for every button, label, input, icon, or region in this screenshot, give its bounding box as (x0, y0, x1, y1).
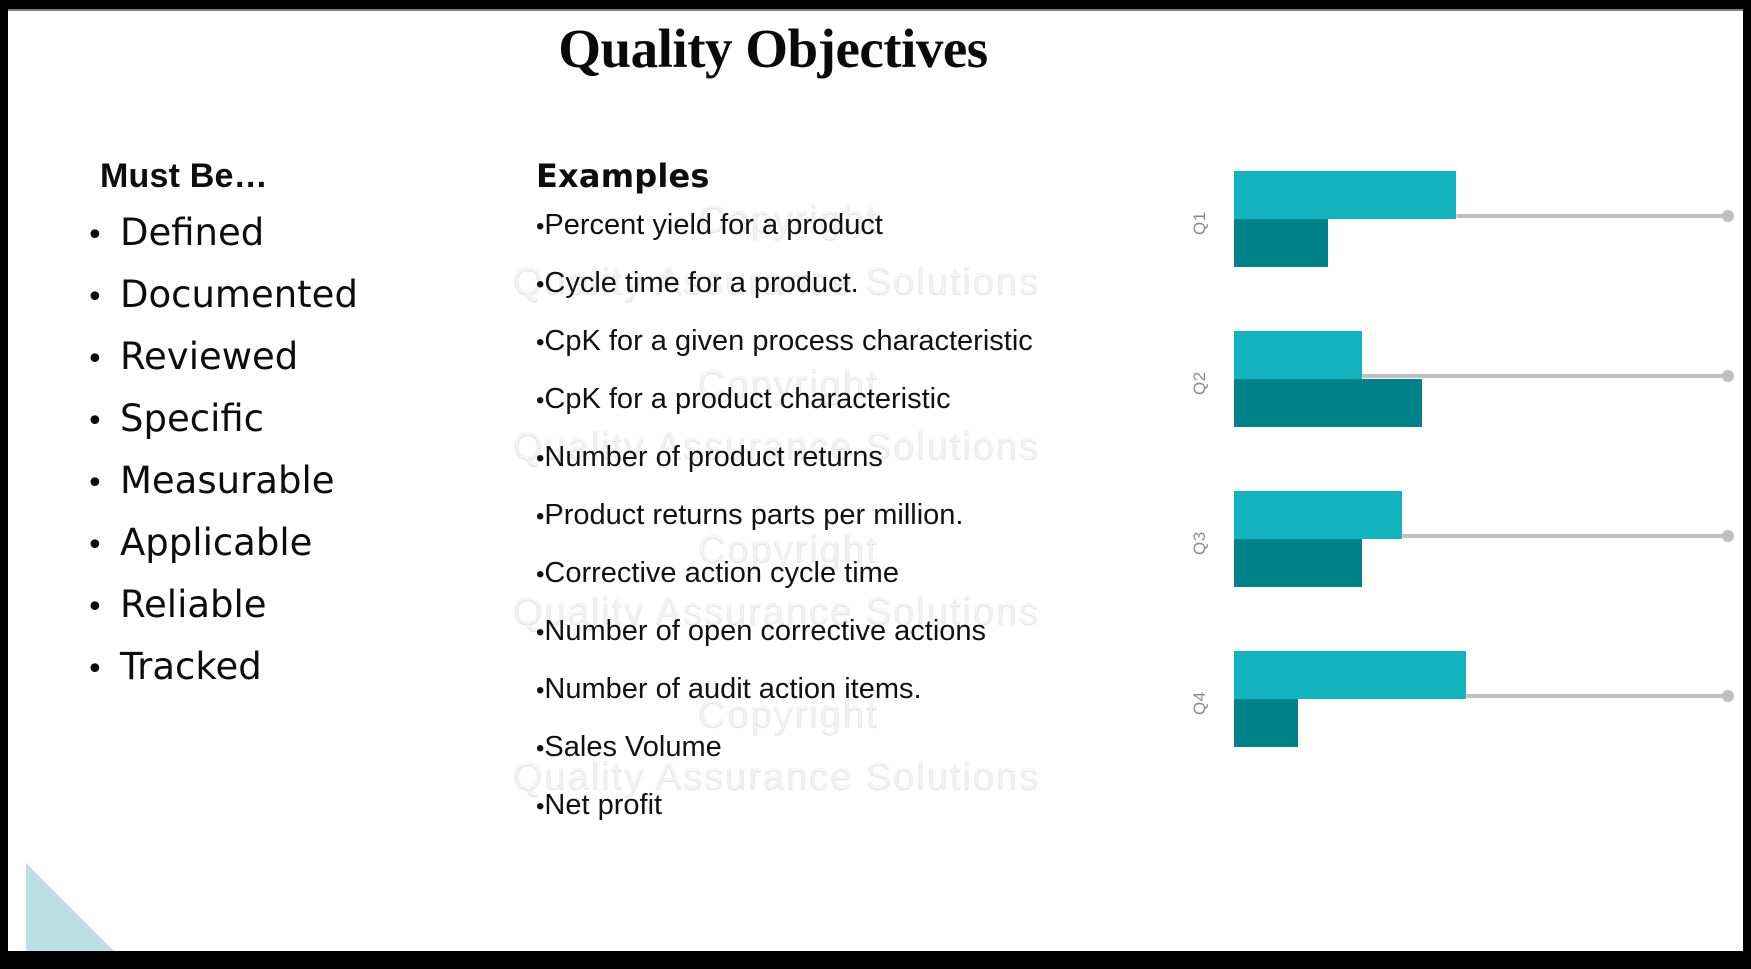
list-item-label: Applicable (120, 521, 313, 564)
bullet-icon: • (86, 404, 104, 439)
chart-bar-series2 (1234, 699, 1299, 747)
list-item: • Documented (86, 276, 516, 338)
chart-trend-marker (1722, 530, 1734, 542)
list-item: •Product returns parts per million. (536, 501, 1156, 559)
quarterly-bar-chart: Q1 Q2 Q3 Q4 (1168, 159, 1743, 799)
list-item-label: Defined (120, 211, 265, 254)
corner-accent-triangle (26, 863, 114, 951)
chart-trend-line (1362, 374, 1728, 378)
chart-trend-marker (1722, 370, 1734, 382)
bullet-icon: • (86, 590, 104, 625)
examples-list: •Percent yield for a product •Cycle time… (536, 211, 1156, 849)
chart-bar-series2 (1234, 539, 1363, 587)
chart-category-label: Q4 (1190, 691, 1209, 715)
examples-heading: Examples (536, 157, 710, 195)
chart-bar-series1 (1234, 171, 1457, 219)
chart-group-q2: Q2 (1168, 331, 1743, 427)
list-item-label: Sales Volume (544, 731, 722, 763)
list-item: • Reviewed (86, 338, 516, 400)
bullet-icon: • (86, 652, 104, 687)
list-item: •Net profit (536, 791, 1156, 849)
list-item: •Percent yield for a product (536, 211, 1156, 269)
list-item-label: CpK for a product characteristic (544, 383, 951, 415)
list-item-label: Tracked (120, 645, 262, 688)
list-item: • Tracked (86, 648, 516, 710)
page-title: Quality Objectives (558, 18, 988, 79)
chart-category-label: Q2 (1190, 371, 1209, 395)
chart-group-q3: Q3 (1168, 491, 1743, 587)
list-item: •Cycle time for a product. (536, 269, 1156, 327)
list-item: • Defined (86, 214, 516, 276)
list-item: • Applicable (86, 524, 516, 586)
chart-category-label: Q1 (1190, 211, 1209, 235)
chart-group-q4: Q4 (1168, 651, 1743, 747)
must-be-list: • Defined • Documented • Reviewed • Spec… (86, 214, 516, 710)
must-be-column: Must Be… • Defined • Documented • Review… (86, 157, 516, 710)
chart-bar-series1 (1234, 491, 1402, 539)
list-item: • Specific (86, 400, 516, 462)
bullet-icon: • (86, 342, 104, 377)
slide-frame: Copyright Quality Assurance Solutions Co… (0, 0, 1751, 969)
top-rule-divider (8, 9, 1743, 11)
chart-trend-line (1466, 694, 1728, 698)
bullet-icon: • (86, 528, 104, 563)
list-item-label: Number of open corrective actions (544, 615, 987, 647)
list-item: •CpK for a product characteristic (536, 385, 1156, 443)
list-item-label: Product returns parts per million. (544, 499, 964, 531)
list-item-label: Net profit (544, 789, 663, 821)
list-item: •Number of audit action items. (536, 675, 1156, 733)
chart-bar-series1 (1234, 331, 1363, 379)
chart-bar-series2 (1234, 379, 1422, 427)
slide-page: Copyright Quality Assurance Solutions Co… (8, 9, 1743, 951)
list-item-label: Corrective action cycle time (544, 557, 899, 589)
list-item-label: Number of audit action items. (544, 673, 922, 705)
list-item-label: Specific (120, 397, 265, 440)
chart-category-label: Q3 (1190, 531, 1209, 555)
list-item-label: Reliable (120, 583, 267, 626)
list-item-label: Reviewed (120, 335, 299, 378)
bullet-icon: • (86, 218, 104, 253)
list-item: •Number of product returns (536, 443, 1156, 501)
list-item: • Measurable (86, 462, 516, 524)
chart-trend-marker (1722, 210, 1734, 222)
bullet-icon: • (86, 466, 104, 501)
chart-bar-series1 (1234, 651, 1467, 699)
list-item-label: Cycle time for a product. (544, 267, 859, 299)
list-item: • Reliable (86, 586, 516, 648)
list-item: •Number of open corrective actions (536, 617, 1156, 675)
list-item: •CpK for a given process characteristic (536, 327, 1156, 385)
list-item: •Corrective action cycle time (536, 559, 1156, 617)
chart-trend-marker (1722, 690, 1734, 702)
list-item-label: Documented (120, 273, 358, 316)
chart-group-q1: Q1 (1168, 171, 1743, 267)
examples-column: Examples •Percent yield for a product •C… (536, 157, 1156, 849)
bullet-icon: • (86, 280, 104, 315)
chart-trend-line (1401, 534, 1728, 538)
list-item-label: Measurable (120, 459, 335, 502)
list-item: •Sales Volume (536, 733, 1156, 791)
chart-bar-series2 (1234, 219, 1328, 267)
list-item-label: Percent yield for a product (544, 209, 883, 241)
must-be-heading: Must Be… (100, 157, 268, 195)
chart-trend-line (1456, 214, 1728, 218)
list-item-label: Number of product returns (544, 441, 883, 473)
list-item-label: CpK for a given process characteristic (544, 325, 1033, 357)
